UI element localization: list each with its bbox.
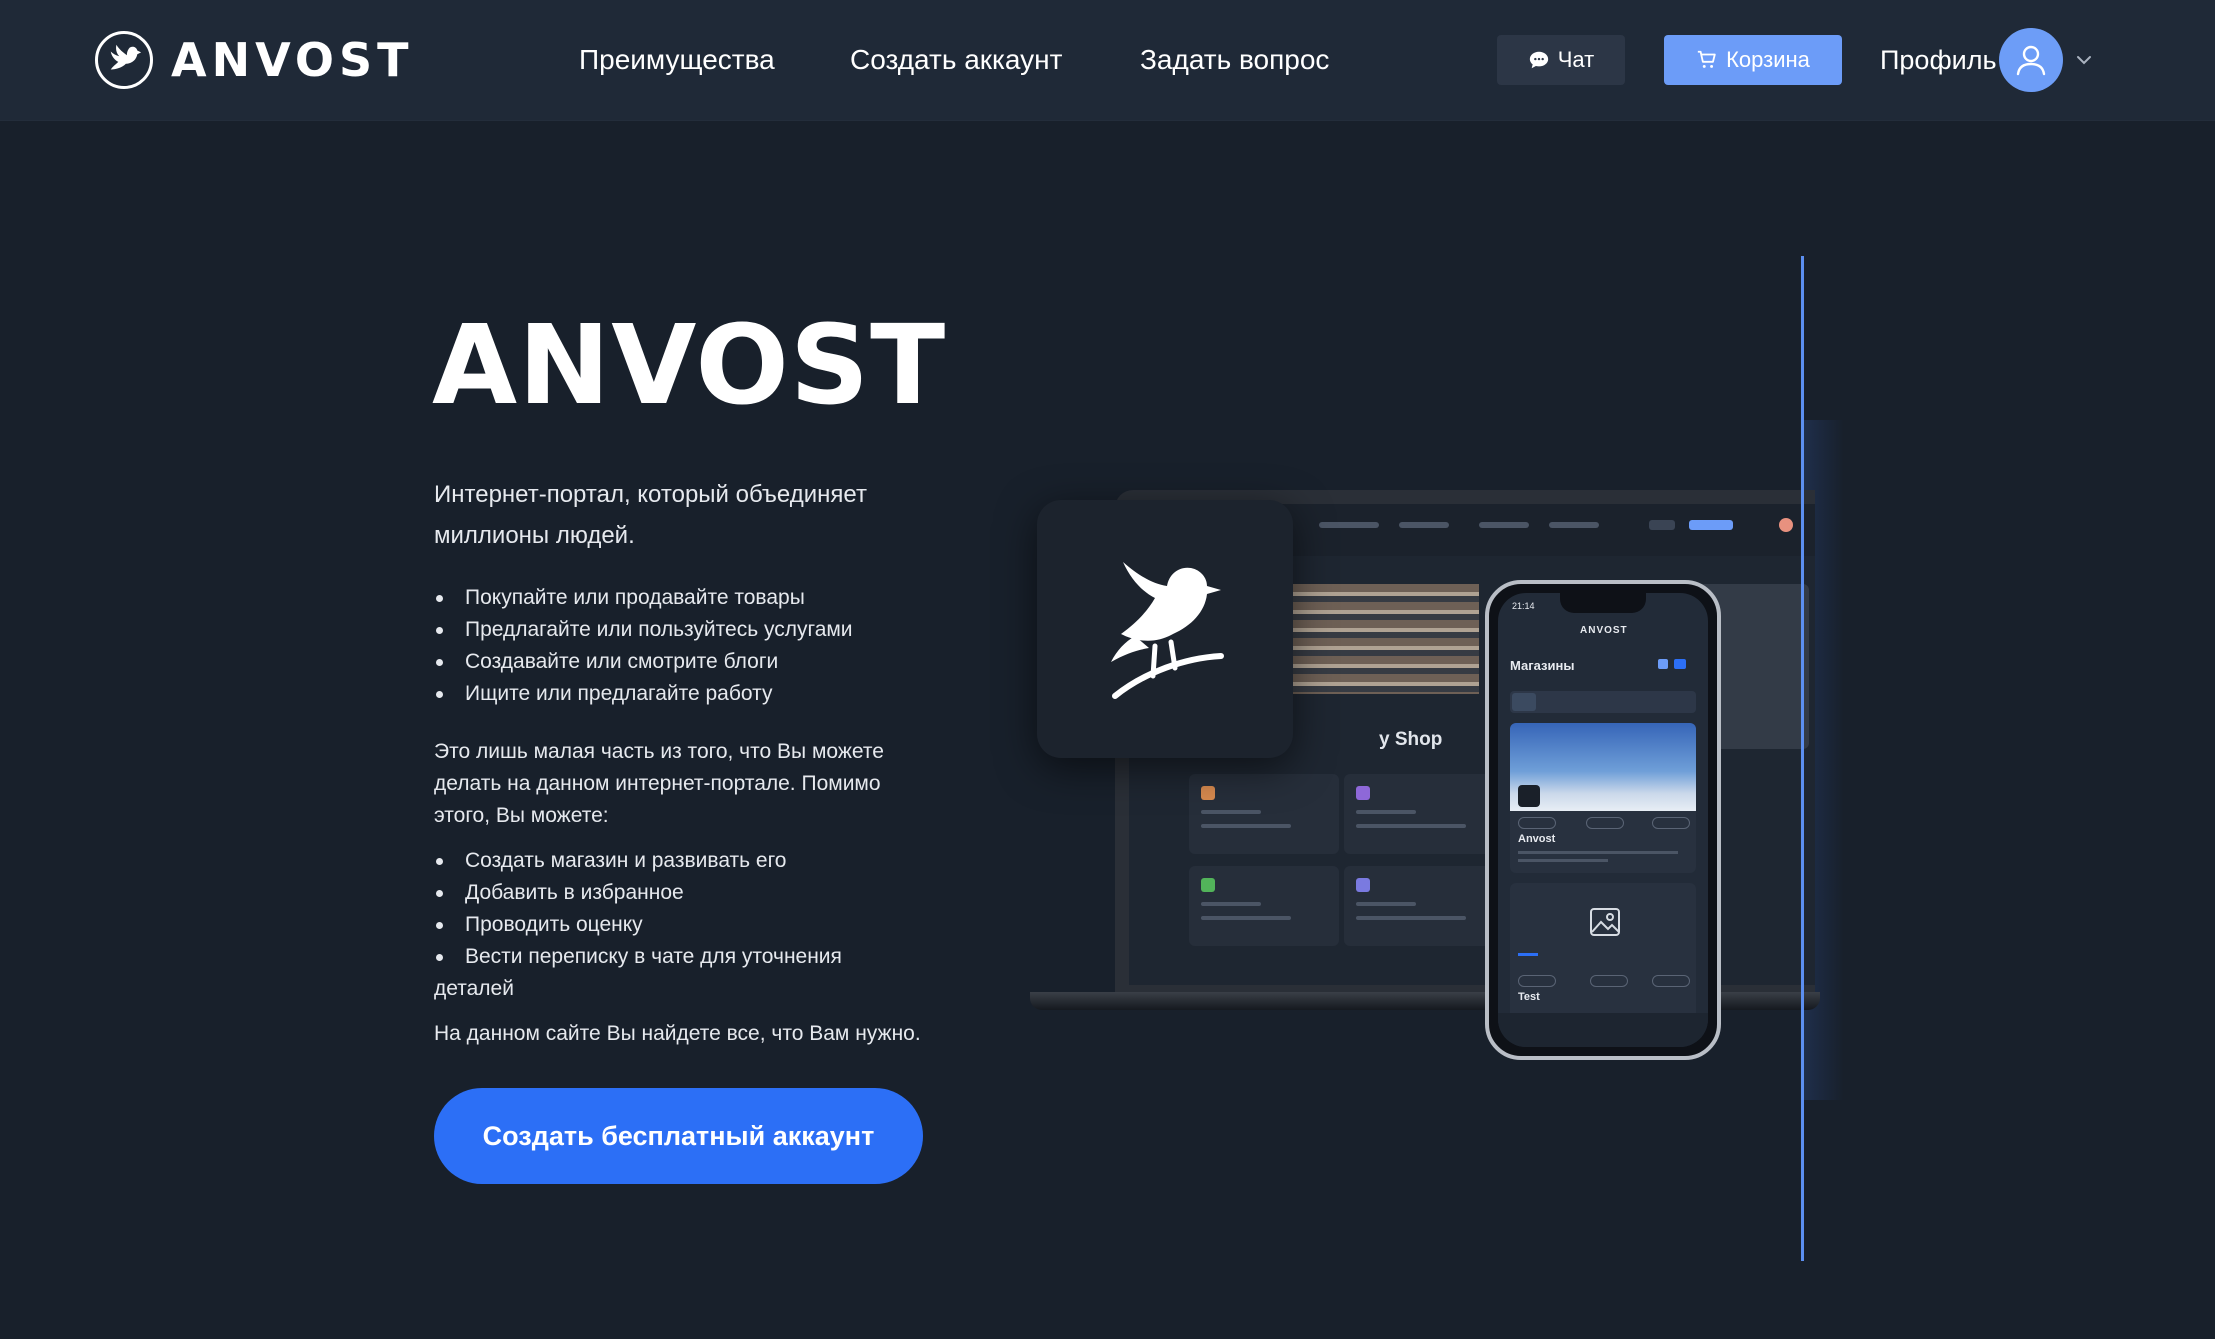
- chat-icon: [1529, 51, 1548, 69]
- user-icon: [2016, 45, 2046, 76]
- chat-button[interactable]: Чат: [1497, 35, 1625, 85]
- laptop-card: [1189, 774, 1339, 854]
- cart-icon: [1697, 50, 1716, 68]
- phone-heading: Магазины: [1510, 658, 1575, 673]
- laptop-shop-title: y Shop: [1379, 729, 1443, 750]
- phone-shop-card: Test: [1510, 883, 1696, 1023]
- features-list: Покупайте или продавайте товары Предлага…: [434, 582, 954, 710]
- accent-divider-line: [1801, 256, 1804, 1261]
- phone-shop-card: Anvost: [1510, 723, 1696, 873]
- hero-title: ANVOST: [432, 301, 947, 429]
- list-item: Вести переписку в чате для уточнения: [434, 941, 954, 973]
- laptop-card: [1344, 866, 1494, 946]
- cart-button[interactable]: Корзина: [1664, 35, 1842, 85]
- nav-link-ask-question[interactable]: Задать вопрос: [1140, 40, 1329, 80]
- avatar[interactable]: [1999, 28, 2063, 92]
- profile-label[interactable]: Профиль: [1880, 41, 1997, 79]
- list-item-continuation-text: деталей: [434, 977, 514, 1000]
- chat-button-label: Чат: [1557, 47, 1595, 72]
- list-item: Ищите или предлагайте работу: [434, 678, 954, 710]
- list-item: Предлагайте или пользуйтесь услугами: [434, 614, 954, 646]
- laptop-card: [1189, 866, 1339, 946]
- list-item: Покупайте или продавайте товары: [434, 582, 954, 614]
- list-item: Создать магазин и развивать его: [434, 845, 954, 877]
- phone-screen: 21:14 ANVOST Магазины Anvost Test: [1498, 593, 1708, 1047]
- hero-subtitle: Интернет-портал, который объединяет милл…: [434, 481, 867, 549]
- phone-tab-bar: [1498, 1013, 1708, 1047]
- top-navigation-bar: ANVOST Преимущества Создать аккаунт Зада…: [0, 0, 2215, 121]
- nav-link-advantages[interactable]: Преимущества: [579, 40, 775, 80]
- chevron-down-icon[interactable]: [2074, 50, 2094, 70]
- extra-features-list: Создать магазин и развивать его Добавить…: [434, 845, 954, 1005]
- create-free-account-button[interactable]: Создать бесплатный аккаунт: [434, 1088, 923, 1184]
- nav-link-create-account[interactable]: Создать аккаунт: [850, 40, 1062, 80]
- image-placeholder-icon: [1590, 908, 1620, 936]
- phone-card-title: Test: [1518, 991, 1540, 1003]
- cart-button-label: Корзина: [1726, 47, 1810, 72]
- laptop-card: [1344, 774, 1494, 854]
- list-item: Создавайте или смотрите блоги: [434, 646, 954, 678]
- closing-paragraph: На данном сайте Вы найдете все, что Вам …: [434, 1022, 921, 1045]
- phone-brand: ANVOST: [1580, 625, 1628, 636]
- list-item: Добавить в избранное: [434, 877, 954, 909]
- bird-logo-icon: [95, 31, 153, 89]
- phone-card-title: Anvost: [1518, 833, 1556, 845]
- list-item-continuation: деталей: [434, 973, 954, 1005]
- phone-search-bar: [1510, 691, 1696, 713]
- logo-text: ANVOST: [171, 33, 414, 87]
- logo[interactable]: ANVOST: [95, 29, 414, 91]
- phone-notch: [1560, 593, 1646, 613]
- list-item: Проводить оценку: [434, 909, 954, 941]
- bird-app-icon: [1037, 500, 1293, 758]
- phone-time: 21:14: [1512, 601, 1535, 611]
- intro-paragraph: Это лишь малая часть из того, что Вы мож…: [434, 740, 884, 827]
- phone-mockup: 21:14 ANVOST Магазины Anvost Test: [1485, 580, 1721, 1060]
